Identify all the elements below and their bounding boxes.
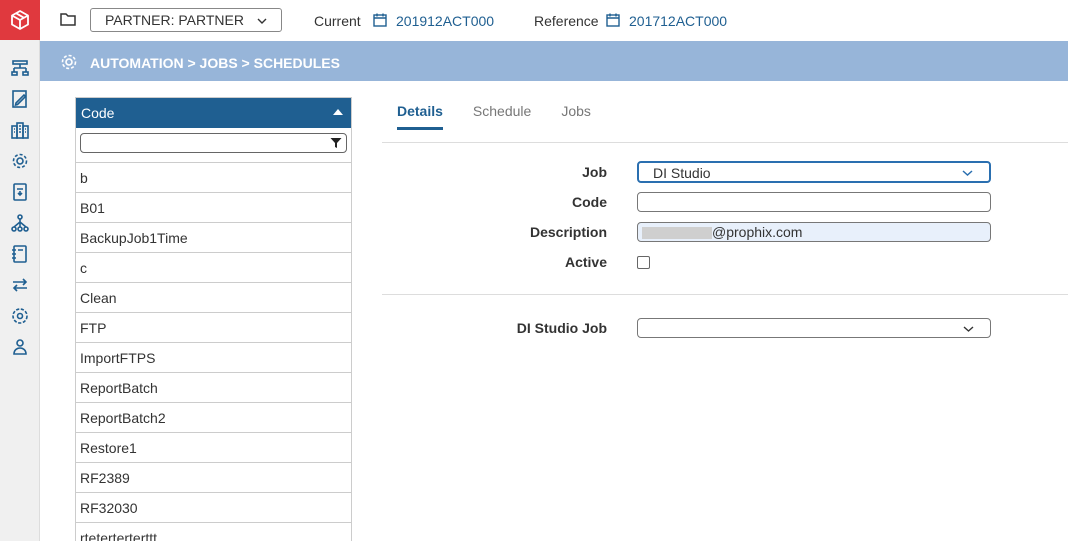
- automation-gear-icon[interactable]: [0, 145, 40, 176]
- di-studio-job-label: DI Studio Job: [516, 320, 607, 336]
- code-label: Code: [572, 194, 607, 210]
- logo-icon[interactable]: [0, 0, 40, 40]
- network-icon[interactable]: [0, 207, 40, 238]
- partner-select-value: PARTNER: PARTNER: [105, 12, 244, 28]
- automation-gear-icon: [61, 54, 77, 70]
- list-item[interactable]: BackupJob1Time: [76, 223, 351, 253]
- list-item[interactable]: ReportBatch2: [76, 403, 351, 433]
- calendar-icon[interactable]: [373, 13, 387, 27]
- list-item[interactable]: b: [76, 163, 351, 193]
- reference-period-link[interactable]: 201712ACT000: [629, 13, 727, 29]
- hierarchy-icon[interactable]: [0, 52, 40, 83]
- chevron-down-icon: [963, 326, 974, 332]
- reference-label: Reference: [534, 13, 599, 29]
- code-field[interactable]: [637, 192, 991, 212]
- buildings-icon[interactable]: [0, 114, 40, 145]
- list-item[interactable]: c: [76, 253, 351, 283]
- description-field-value: @prophix.com: [712, 224, 803, 240]
- job-select-value: DI Studio: [653, 165, 711, 181]
- list-item[interactable]: RF32030: [76, 493, 351, 523]
- top-bar: PARTNER: PARTNER Current 201912ACT000 Re…: [40, 0, 1068, 41]
- current-period-link[interactable]: 201912ACT000: [396, 13, 494, 29]
- calendar-icon[interactable]: [606, 13, 620, 27]
- partner-select[interactable]: PARTNER: PARTNER: [90, 8, 282, 32]
- filter-row: [76, 128, 351, 163]
- description-label: Description: [529, 224, 607, 240]
- job-label: Job: [582, 164, 607, 180]
- code-column-header[interactable]: Code: [76, 98, 351, 128]
- filter-icon[interactable]: [330, 137, 342, 149]
- job-select[interactable]: DI Studio: [637, 161, 991, 183]
- list-item[interactable]: Clean: [76, 283, 351, 313]
- users-icon[interactable]: [0, 331, 40, 362]
- code-filter-input[interactable]: [80, 133, 347, 153]
- report-edit-icon[interactable]: [0, 83, 40, 114]
- active-checkbox[interactable]: [637, 256, 650, 269]
- chevron-down-icon: [257, 18, 267, 24]
- folder-icon[interactable]: [60, 12, 76, 26]
- left-nav-rail: [0, 0, 40, 541]
- chevron-down-icon: [962, 170, 973, 177]
- divider: [382, 142, 1068, 143]
- current-label: Current: [314, 13, 361, 29]
- active-label: Active: [564, 254, 607, 270]
- list-item[interactable]: Restore1: [76, 433, 351, 463]
- list-item[interactable]: ImportFTPS: [76, 343, 351, 373]
- description-field[interactable]: @prophix.com: [637, 222, 991, 242]
- notebook-icon[interactable]: [0, 238, 40, 269]
- tab-schedule[interactable]: Schedule: [473, 103, 531, 130]
- divider: [382, 294, 1068, 295]
- list-item[interactable]: ReportBatch: [76, 373, 351, 403]
- breadcrumb-bar: AUTOMATION > JOBS > SCHEDULES: [40, 41, 1068, 81]
- redacted-text: [642, 227, 712, 239]
- code-list: Code b B01 BackupJob1Time c Clean FTP Im…: [75, 97, 352, 541]
- di-studio-job-select[interactable]: [637, 318, 991, 338]
- breadcrumb: AUTOMATION > JOBS > SCHEDULES: [90, 55, 340, 71]
- transfer-icon[interactable]: [0, 269, 40, 300]
- sort-ascending-icon[interactable]: [333, 109, 343, 115]
- list-item[interactable]: B01: [76, 193, 351, 223]
- document-icon[interactable]: [0, 176, 40, 207]
- code-column-header-label: Code: [81, 105, 115, 121]
- list-item[interactable]: FTP: [76, 313, 351, 343]
- list-item[interactable]: RF2389: [76, 463, 351, 493]
- tab-jobs[interactable]: Jobs: [561, 103, 591, 130]
- tab-details[interactable]: Details: [397, 103, 443, 130]
- list-item[interactable]: rteterterterttt: [76, 523, 351, 541]
- detail-tabs: Details Schedule Jobs: [397, 103, 621, 130]
- settings-icon[interactable]: [0, 300, 40, 331]
